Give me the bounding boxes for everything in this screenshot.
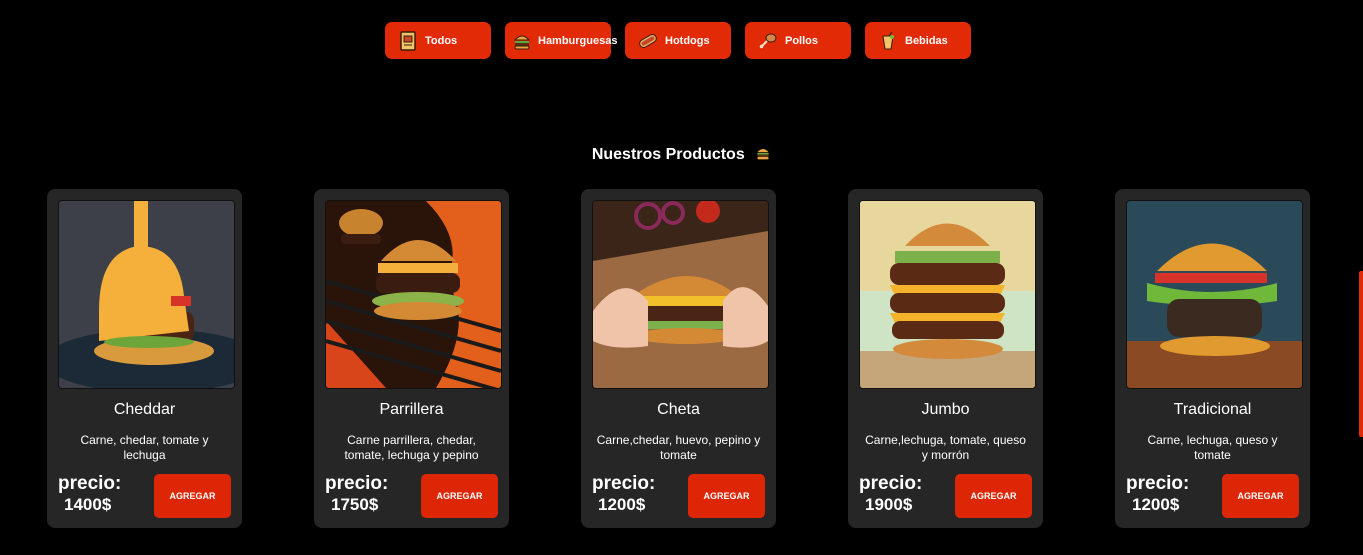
add-to-cart-button[interactable]: AGREGAR xyxy=(955,474,1032,518)
filter-todos-button[interactable]: Todos xyxy=(385,22,491,59)
filter-pollos-button[interactable]: Pollos xyxy=(745,22,851,59)
price-value: 1900$ xyxy=(865,495,913,514)
filter-bebidas-button[interactable]: Bebidas xyxy=(865,22,971,59)
cheddar-burger-image xyxy=(58,200,235,389)
add-to-cart-button[interactable]: AGREGAR xyxy=(154,474,231,518)
hands-burger-image xyxy=(592,200,769,389)
product-description: Carne,chedar, huevo, pepino y tomate xyxy=(596,433,761,462)
price-label: precio: xyxy=(58,473,122,494)
product-description: Carne, chedar, tomate y lechuga xyxy=(80,433,209,462)
price-label: precio: xyxy=(859,473,923,494)
product-card: Cheddar Carne, chedar, tomate y lechuga … xyxy=(47,189,242,528)
burger-icon xyxy=(755,145,771,166)
price-label: precio: xyxy=(1126,473,1190,494)
price-label: precio: xyxy=(592,473,656,494)
product-description: Carne,lechuga, tomate, queso y morrón xyxy=(865,433,1026,462)
filter-pollos-label: Pollos xyxy=(785,34,819,47)
filter-bebidas-label: Bebidas xyxy=(905,34,948,47)
scrollbar-thumb[interactable] xyxy=(1359,271,1363,437)
product-description: Carne parrillera, chedar, tomate, lechug… xyxy=(344,433,479,462)
price-value: 1750$ xyxy=(331,495,379,514)
product-list: Cheddar Carne, chedar, tomate y lechuga … xyxy=(47,189,1310,528)
product-card: Tradicional Carne, lechuga, queso y toma… xyxy=(1115,189,1310,528)
add-to-cart-button[interactable]: AGREGAR xyxy=(1222,474,1299,518)
menu-book-icon xyxy=(397,30,419,52)
filter-hotdogs-button[interactable]: Hotdogs xyxy=(625,22,731,59)
grilled-burger-image xyxy=(325,200,502,389)
product-name: Jumbo xyxy=(921,401,970,418)
add-to-cart-button[interactable]: AGREGAR xyxy=(421,474,498,518)
filter-hamburguesas-label: Hamburguesas xyxy=(538,34,618,47)
product-card: Parrillera Carne parrillera, chedar, tom… xyxy=(314,189,509,528)
triple-burger-image xyxy=(859,200,1036,389)
chicken-leg-icon xyxy=(757,30,779,52)
filter-todos-label: Todos xyxy=(425,34,458,47)
section-title: Nuestros Productos xyxy=(0,145,1363,166)
category-filter-bar: Todos Hamburguesas Hotdogs Pollos Bebida… xyxy=(385,22,971,59)
product-name: Tradicional xyxy=(1173,401,1252,418)
filter-hotdogs-label: Hotdogs xyxy=(665,34,710,47)
burger-icon xyxy=(512,30,532,52)
add-to-cart-button[interactable]: AGREGAR xyxy=(688,474,765,518)
price-value: 1200$ xyxy=(1132,495,1180,514)
product-name: Parrillera xyxy=(379,401,444,418)
filter-hamburguesas-button[interactable]: Hamburguesas xyxy=(505,22,617,59)
product-card: Jumbo Carne,lechuga, tomate, queso y mor… xyxy=(848,189,1043,528)
price-value: 1200$ xyxy=(598,495,646,514)
product-name: Cheddar xyxy=(113,401,176,418)
hotdog-icon xyxy=(637,30,659,52)
section-title-text: Nuestros Productos xyxy=(591,146,745,163)
drink-icon xyxy=(877,30,899,52)
classic-burger-image xyxy=(1126,200,1303,389)
price-value: 1400$ xyxy=(64,495,112,514)
product-card: Cheta Carne,chedar, huevo, pepino y toma… xyxy=(581,189,776,528)
price-label: precio: xyxy=(325,473,389,494)
product-description: Carne, lechuga, queso y tomate xyxy=(1147,433,1278,462)
product-name: Cheta xyxy=(657,401,700,418)
